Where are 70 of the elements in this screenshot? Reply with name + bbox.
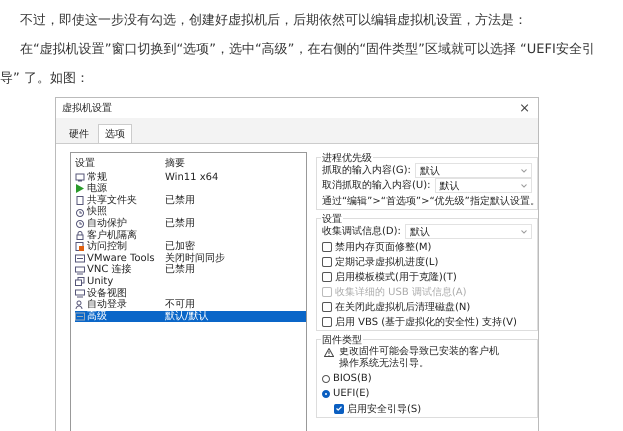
checkbox[interactable] [322, 302, 332, 312]
radio-label: UEFI(E) [333, 388, 370, 399]
play-icon [75, 184, 85, 194]
chevron-down-icon [521, 168, 527, 172]
list-item[interactable]: VMware Tools [87, 252, 165, 264]
paragraph: 在“虚拟机设置”窗口切换到“选项”，选中“高级”，在右侧的“固件类型”区域就可以选择 “UEFI安全引导” 了。如图： [0, 41, 596, 88]
monitor-icon [75, 172, 85, 182]
field-label: 抓取的输入内容(G): [322, 164, 411, 177]
list-item[interactable]: 访问控制 [87, 241, 165, 253]
group-title: 设置 [321, 212, 343, 226]
list-item[interactable]: 电源 [87, 183, 165, 195]
warning-icon [324, 348, 334, 357]
paragraph: 不过，即使这一步没有勾选，创建好虚拟机后，后期依然可以编辑虚拟机设置，方法是： [19, 12, 528, 30]
clock-icon [75, 208, 85, 217]
item-summary: Win11 x64 [165, 172, 218, 184]
list-item[interactable]: 共享文件夹 [87, 194, 165, 206]
radio-button[interactable] [322, 390, 330, 398]
group-title: 进程优先级 [321, 151, 373, 165]
list-item[interactable]: 快照 [87, 206, 165, 218]
note-text: 通过“编辑”>“首选项”>“优先级”指定默认设置。 [322, 194, 538, 208]
item-summary: 已禁用 [165, 264, 195, 276]
checkbox[interactable] [322, 242, 332, 252]
monitor-icon [75, 266, 85, 275]
item-summary: 已加密 [165, 241, 195, 252]
item-summary: 已禁用 [165, 194, 195, 206]
column-header: 摘要 [165, 158, 185, 170]
window-icon [75, 254, 85, 264]
list-item[interactable]: 客户机隔离 [87, 230, 165, 242]
window-icon [75, 312, 85, 322]
dropdown[interactable]: 默认 [434, 178, 532, 193]
tab[interactable]: 硬件 [62, 124, 96, 143]
checkbox-label: 定期记录虚拟机进度(L) [335, 256, 438, 268]
checkbox[interactable] [322, 316, 332, 326]
field-label: 收集调试信息(D): [322, 225, 401, 238]
checkbox-label: 启用 VBS (基于虚拟化的安全性) 支持(V) [335, 316, 517, 328]
dropdown[interactable]: 默认 [404, 224, 532, 239]
checkbox-label: 收集详细的 USB 调试信息(A) [335, 286, 467, 298]
item-summary: 已禁用 [165, 218, 195, 230]
chevron-down-icon [521, 230, 527, 234]
dropdown[interactable]: 默认 [414, 163, 532, 178]
list-item[interactable]: 自动登录 [87, 299, 165, 311]
chevron-down-icon [521, 184, 527, 188]
close-button[interactable]: × [519, 100, 530, 116]
window-title: 虚拟机设置 [62, 102, 112, 115]
radio-button[interactable] [322, 374, 330, 382]
list-item[interactable]: Unity [87, 276, 165, 288]
windows-icon [75, 277, 85, 286]
item-summary: 关闭时间同步 [165, 252, 225, 264]
checkbox[interactable] [322, 272, 332, 282]
checkbox-label: 启用模板模式(用于克隆)(T) [335, 270, 457, 284]
radio-label: BIOS(B) [333, 373, 372, 384]
checkbox-label: 禁用内存页面修整(M) [335, 240, 432, 254]
group-title: 固件类型 [321, 333, 363, 347]
column-header: 设置 [75, 158, 96, 170]
person-icon [75, 300, 85, 310]
item-summary: 不可用 [165, 299, 195, 311]
field-label: 取消抓取的输入内容(U): [322, 179, 430, 192]
list-item[interactable]: 常规 [87, 172, 165, 184]
list-item[interactable]: VNC 连接 [87, 264, 165, 276]
checkbox-label: 启用安全引导(S) [347, 402, 422, 416]
tab[interactable]: 选项 [98, 124, 132, 143]
checkbox[interactable] [322, 256, 332, 266]
list-item[interactable]: 设备视图 [87, 288, 165, 300]
list-item[interactable]: 自动保护 [87, 218, 165, 230]
list-item[interactable]: 高级 [87, 310, 165, 322]
monitor-icon [75, 288, 85, 298]
item-summary: 默认/默认 [165, 310, 208, 322]
clock-icon [75, 219, 85, 228]
checkbox[interactable] [334, 404, 344, 414]
checkbox-label: 在关闭此虚拟机后清理磁盘(N) [335, 300, 470, 314]
